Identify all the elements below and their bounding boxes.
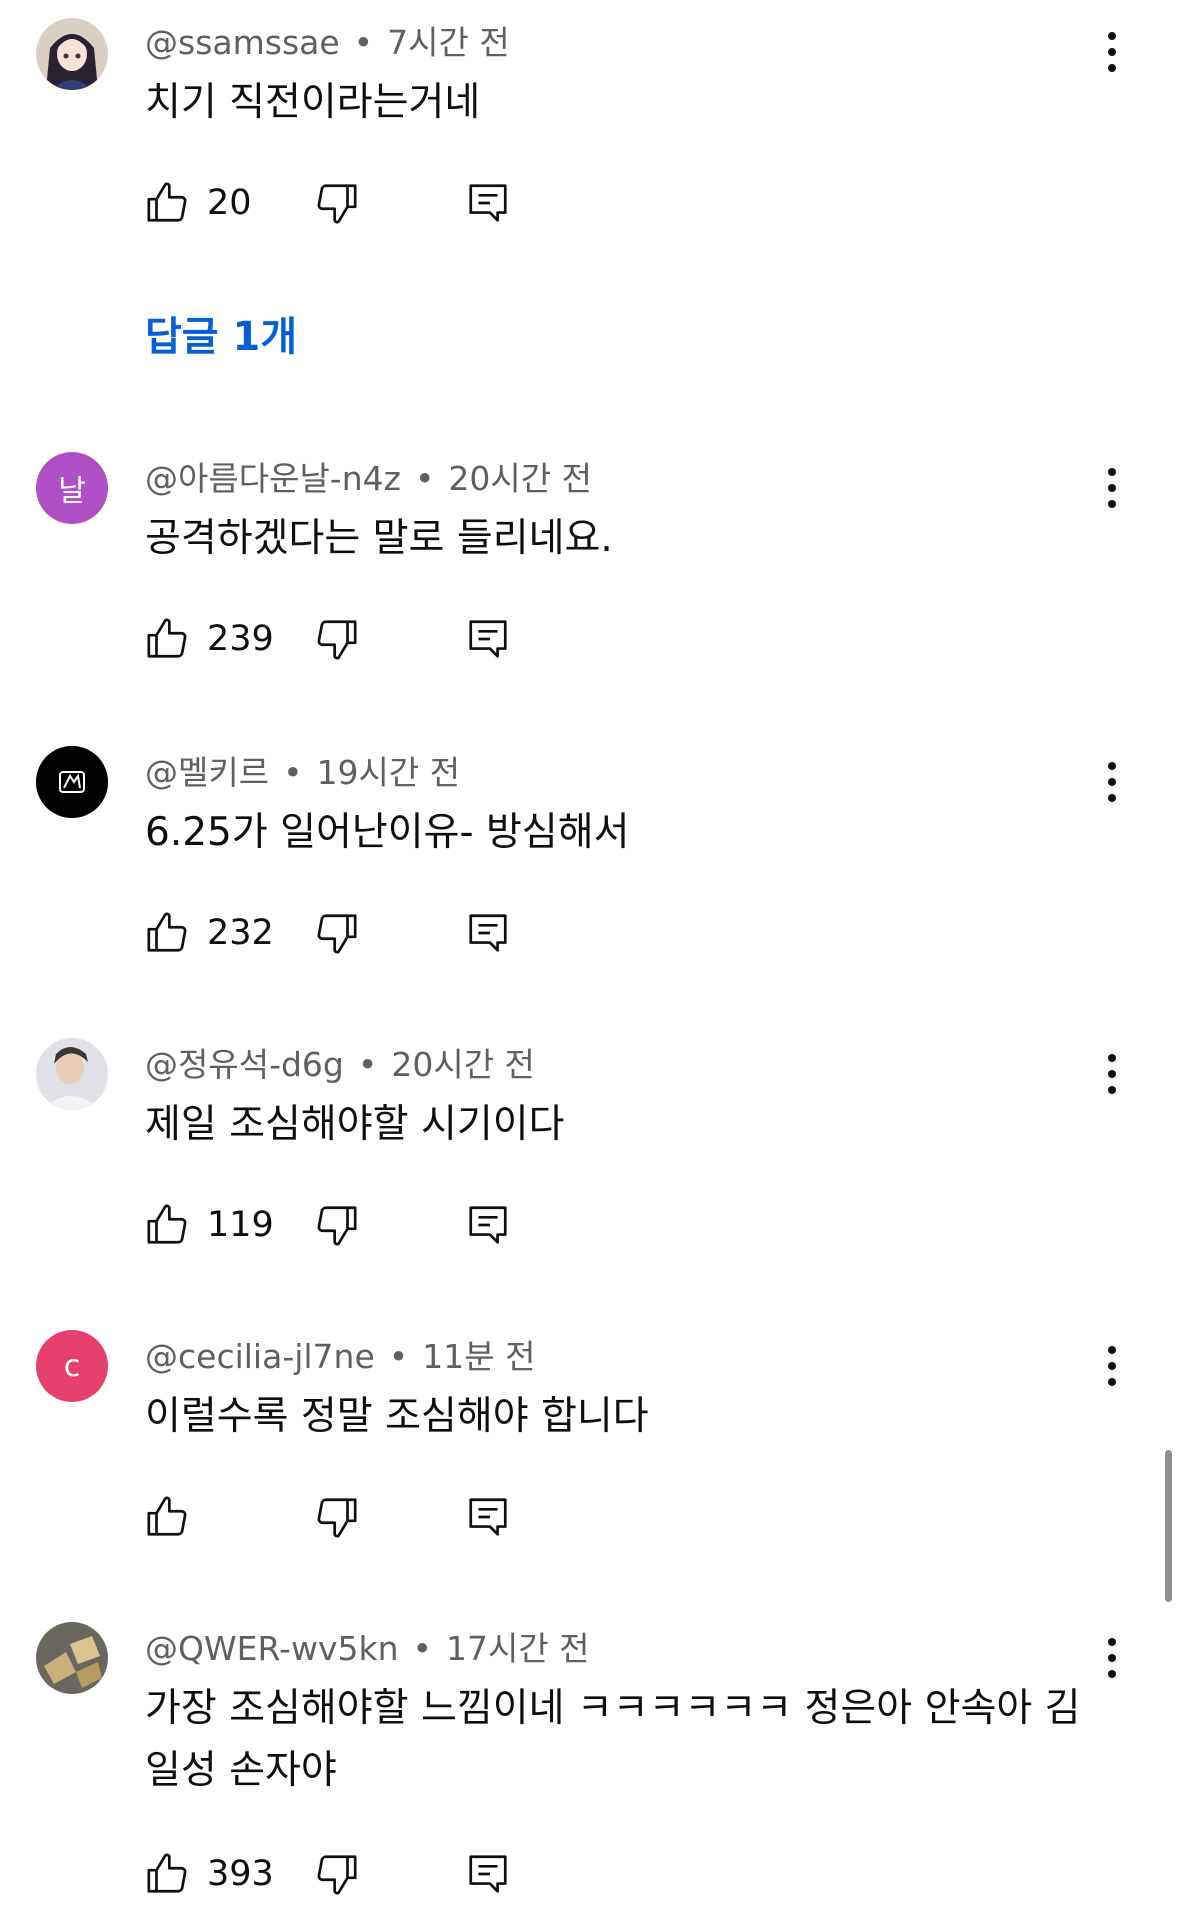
like-button[interactable]: 119 — [145, 1200, 274, 1250]
reply-icon — [469, 620, 507, 658]
meta-separator: • — [388, 1337, 409, 1376]
person-photo-avatar-icon — [36, 1038, 108, 1110]
thumbs-down-icon — [317, 620, 357, 660]
comment-actions: 119 — [145, 1200, 565, 1260]
more-options-icon[interactable] — [1090, 462, 1134, 522]
dislike-button[interactable] — [313, 1492, 359, 1542]
avatar-letter: c — [63, 1348, 81, 1384]
more-options-icon[interactable] — [1090, 26, 1134, 86]
reply-icon — [469, 1206, 507, 1244]
comment-text: 이럴수록 정말 조심해야 합니다 — [145, 1394, 649, 1439]
thumbs-down-icon — [317, 184, 357, 224]
like-count: 393 — [207, 1854, 274, 1894]
reply-icon — [469, 184, 507, 222]
comment-time: 19시간 전 — [316, 753, 461, 792]
thumbs-up-icon — [147, 618, 187, 658]
reply-button[interactable] — [465, 178, 511, 228]
reply-button[interactable] — [465, 1492, 511, 1542]
comment-time: 20시간 전 — [391, 1045, 535, 1084]
thumbs-up-icon — [147, 1853, 187, 1893]
like-button[interactable]: 393 — [145, 1849, 274, 1899]
comment-time: 17시간 전 — [445, 1629, 590, 1668]
dislike-button[interactable] — [313, 1200, 359, 1250]
comment-actions: 232 — [145, 908, 565, 968]
meta-separator: • — [414, 459, 435, 498]
meta-separator: • — [412, 1629, 432, 1668]
more-options-icon[interactable] — [1090, 1340, 1134, 1400]
thumbs-up-icon — [147, 912, 187, 952]
comment-text: 공격하겠다는 말로 들리네요. — [145, 516, 613, 561]
reply-icon — [469, 914, 507, 952]
like-button[interactable]: 232 — [145, 908, 274, 958]
scrollbar[interactable] — [1165, 1450, 1172, 1602]
comment-author[interactable]: @정유석-d6g — [145, 1045, 344, 1084]
comment-time: 11분 전 — [422, 1337, 536, 1376]
comment-text: 제일 조심해야할 시기이다 — [145, 1102, 565, 1147]
comment-author[interactable]: @ssamssae — [145, 23, 340, 62]
black-logo-avatar-icon — [36, 746, 108, 818]
gold-bars-avatar-icon — [36, 1622, 108, 1694]
avatar[interactable] — [36, 18, 108, 90]
thumbs-down-icon — [317, 914, 357, 954]
comment-actions: 239 — [145, 614, 565, 674]
thumbs-up-icon — [147, 182, 187, 222]
like-count: 20 — [207, 183, 252, 223]
thumbs-down-icon — [317, 1498, 357, 1538]
dislike-button[interactable] — [313, 1849, 359, 1899]
more-options-icon[interactable] — [1090, 1048, 1134, 1108]
like-button[interactable]: 239 — [145, 614, 274, 664]
comment-meta: @ssamssae • 7시간 전 — [145, 16, 510, 64]
comment-author[interactable]: @cecilia-jl7ne — [145, 1337, 375, 1376]
comment-meta: @QWER-wv5kn • 17시간 전 — [145, 1622, 590, 1670]
comment-time: 20시간 전 — [448, 459, 592, 498]
comment-actions — [145, 1492, 565, 1552]
comment-text: 치기 직전이라는거네 — [145, 80, 481, 125]
like-button[interactable]: 20 — [145, 178, 252, 228]
meta-separator: • — [353, 23, 374, 62]
more-options-icon[interactable] — [1090, 1632, 1134, 1692]
comment-author[interactable]: @아름다운날-n4z — [145, 459, 401, 498]
view-replies-link[interactable]: 답글 1개 — [145, 304, 297, 362]
comment-meta: @cecilia-jl7ne • 11분 전 — [145, 1330, 535, 1378]
like-count: 232 — [207, 913, 274, 953]
thumbs-down-icon — [317, 1206, 357, 1246]
comment-meta: @멜키르 • 19시간 전 — [145, 746, 460, 794]
comment-author[interactable]: @멜키르 — [145, 753, 269, 792]
comment-text: 가장 조심해야할 느낌이네 ㅋㅋㅋㅋㅋㅋ 정은아 안속아 김일성 손자야 — [145, 1686, 1081, 1793]
avatar[interactable]: 날 — [36, 452, 108, 524]
comment-time: 7시간 전 — [387, 23, 510, 62]
more-options-icon[interactable] — [1090, 756, 1134, 816]
thumbs-up-icon — [147, 1204, 187, 1244]
comment-text: 6.25가 일어난이유- 방심해서 — [145, 810, 630, 855]
dislike-button[interactable] — [313, 908, 359, 958]
comment-author[interactable]: @QWER-wv5kn — [145, 1629, 399, 1668]
reply-button[interactable] — [465, 614, 511, 664]
reply-button[interactable] — [465, 908, 511, 958]
comment-meta: @아름다운날-n4z • 20시간 전 — [145, 452, 592, 500]
like-count: 239 — [207, 619, 274, 659]
anime-girl-avatar-icon — [36, 18, 108, 90]
avatar[interactable] — [36, 1622, 108, 1694]
dislike-button[interactable] — [313, 178, 359, 228]
thumbs-up-icon — [147, 1496, 187, 1536]
reply-icon — [469, 1498, 507, 1536]
reply-button[interactable] — [465, 1200, 511, 1250]
dislike-button[interactable] — [313, 614, 359, 664]
avatar[interactable] — [36, 746, 108, 818]
like-count: 119 — [207, 1205, 274, 1245]
thumbs-down-icon — [317, 1855, 357, 1895]
like-button[interactable] — [145, 1492, 207, 1542]
meta-separator: • — [283, 753, 303, 792]
comment-actions: 393 — [145, 1849, 565, 1909]
comment-actions: 20 — [145, 178, 565, 238]
avatar[interactable]: c — [36, 1330, 108, 1402]
reply-icon — [469, 1855, 507, 1893]
avatar-letter: 날 — [58, 474, 86, 509]
reply-button[interactable] — [465, 1849, 511, 1899]
comment-meta: @정유석-d6g • 20시간 전 — [145, 1038, 535, 1086]
meta-separator: • — [357, 1045, 378, 1084]
avatar[interactable] — [36, 1038, 108, 1110]
